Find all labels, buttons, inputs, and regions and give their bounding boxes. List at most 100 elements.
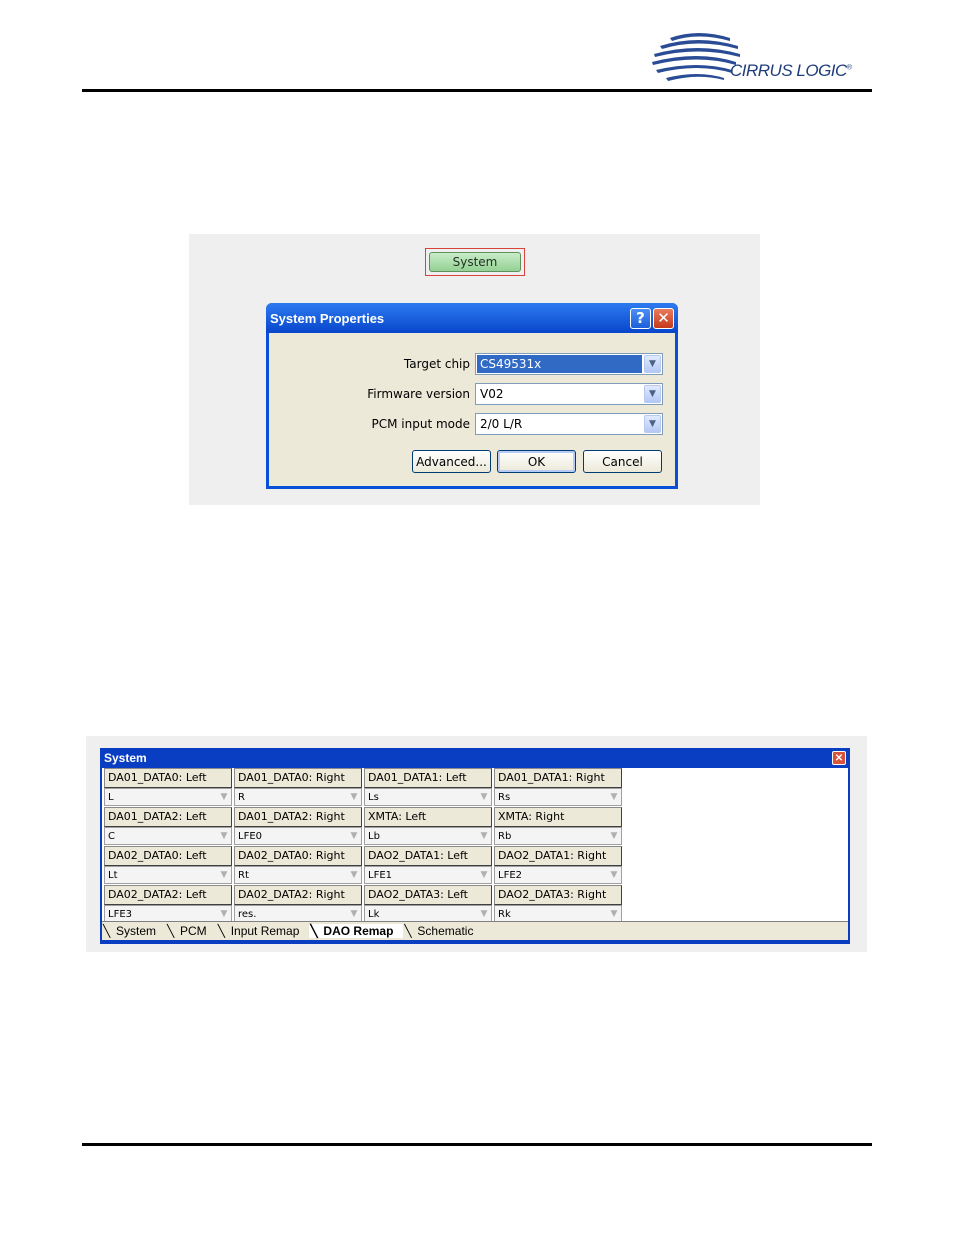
channel-select[interactable]: L ▼ bbox=[104, 788, 232, 806]
channel-value: R bbox=[238, 791, 245, 803]
channel-value: Lb bbox=[368, 830, 380, 842]
channel-select[interactable]: Ls ▼ bbox=[364, 788, 492, 806]
tab-pcm[interactable]: PCM bbox=[166, 924, 217, 938]
chevron-down-icon[interactable]: ▼ bbox=[217, 870, 231, 880]
channel-select[interactable]: Rs ▼ bbox=[494, 788, 622, 806]
channel-value: LFE0 bbox=[238, 830, 263, 842]
chevron-down-icon[interactable]: ▼ bbox=[477, 792, 491, 802]
channel-select[interactable]: Rb ▼ bbox=[494, 827, 622, 845]
footer-rule bbox=[82, 1143, 872, 1146]
chevron-down-icon[interactable]: ▼ bbox=[607, 792, 621, 802]
header-rule bbox=[82, 89, 872, 92]
target-chip-value: CS49531x bbox=[477, 355, 642, 373]
dialog-title: System Properties bbox=[270, 310, 385, 326]
firmware-version-label: Firmware version bbox=[367, 387, 470, 401]
chevron-down-icon[interactable]: ▼ bbox=[607, 870, 621, 880]
chevron-down-icon[interactable]: ▼ bbox=[347, 870, 361, 880]
chevron-down-icon[interactable]: ▼ bbox=[347, 792, 361, 802]
chevron-down-icon[interactable]: ▼ bbox=[644, 415, 661, 433]
tab-schematic[interactable]: Schematic bbox=[403, 924, 483, 938]
channel-header: DAO2_DATA3: Left bbox=[364, 885, 492, 905]
target-chip-row: Target chip CS49531x ▼ bbox=[269, 353, 675, 375]
dao-remap-grid: DA01_DATA0: Left L ▼ DA01_DATA0: Right R ▼ DA0… bbox=[102, 768, 848, 940]
system-properties-screenshot: System System Properties ? ✕ Target chip… bbox=[189, 234, 760, 505]
system-window-titlebar[interactable]: System ✕ bbox=[102, 748, 848, 768]
channel-value: res. bbox=[238, 908, 257, 920]
chevron-down-icon[interactable]: ▼ bbox=[607, 831, 621, 841]
channel-header: DAO2_DATA3: Right bbox=[494, 885, 622, 905]
dao-remap-screenshot: System ✕ DA01_DATA0: Left L ▼ DA01_DATA0: R… bbox=[86, 736, 867, 952]
channel-header: DA01_DATA1: Right bbox=[494, 768, 622, 788]
firmware-version-value: V02 bbox=[480, 387, 504, 401]
chevron-down-icon[interactable]: ▼ bbox=[217, 831, 231, 841]
chevron-down-icon[interactable]: ▼ bbox=[217, 792, 231, 802]
pcm-input-mode-label: PCM input mode bbox=[371, 417, 471, 431]
system-properties-dialog: System Properties ? ✕ Target chip CS4953… bbox=[266, 303, 678, 489]
channel-value: Rk bbox=[498, 908, 511, 920]
channel-header: DA02_DATA0: Left bbox=[104, 846, 232, 866]
channel-value: Lk bbox=[368, 908, 380, 920]
tab-system[interactable]: System bbox=[102, 924, 166, 938]
pcm-input-mode-row: PCM input mode 2/0 L/R ▼ bbox=[269, 413, 675, 435]
channel-value: LFE3 bbox=[108, 908, 133, 920]
channel-value: Rs bbox=[498, 791, 511, 803]
channel-value: Ls bbox=[368, 791, 379, 803]
channel-header: DA01_DATA0: Left bbox=[104, 768, 232, 788]
channel-header: DA01_DATA2: Right bbox=[234, 807, 362, 827]
target-chip-label: Target chip bbox=[403, 357, 470, 371]
channel-header: DA02_DATA2: Left bbox=[104, 885, 232, 905]
channel-select[interactable]: R ▼ bbox=[234, 788, 362, 806]
channel-header: DAO2_DATA1: Right bbox=[494, 846, 622, 866]
tab-input-remap[interactable]: Input Remap bbox=[217, 924, 310, 938]
channel-header: DA01_DATA0: Right bbox=[234, 768, 362, 788]
channel-header: DAO2_DATA1: Left bbox=[364, 846, 492, 866]
channel-header: DA01_DATA2: Left bbox=[104, 807, 232, 827]
channel-value: Rb bbox=[498, 830, 512, 842]
brand-wordmark: CIRRUS LOGIC® bbox=[730, 61, 852, 80]
chevron-down-icon[interactable]: ▼ bbox=[477, 909, 491, 919]
close-icon[interactable]: ✕ bbox=[653, 307, 674, 329]
channel-select[interactable]: Lb ▼ bbox=[364, 827, 492, 845]
ok-button[interactable]: OK bbox=[497, 450, 576, 473]
system-window-title: System bbox=[104, 751, 147, 765]
cancel-button[interactable]: Cancel bbox=[583, 450, 662, 473]
firmware-version-row: Firmware version V02 ▼ bbox=[269, 383, 675, 405]
channel-select[interactable]: Rt ▼ bbox=[234, 866, 362, 884]
advanced-button[interactable]: Advanced... bbox=[412, 450, 491, 473]
close-icon[interactable]: ✕ bbox=[832, 751, 846, 765]
system-button-highlight: System bbox=[425, 248, 525, 276]
help-icon[interactable]: ? bbox=[630, 307, 651, 329]
dialog-body: Target chip CS49531x ▼ Firmware version … bbox=[269, 333, 675, 486]
tab-dao-remap[interactable]: DAO Remap bbox=[309, 924, 404, 938]
chevron-down-icon[interactable]: ▼ bbox=[644, 385, 661, 403]
channel-value: Lt bbox=[108, 869, 118, 881]
channel-value: LFE1 bbox=[368, 869, 393, 881]
target-chip-select[interactable]: CS49531x ▼ bbox=[475, 353, 663, 375]
chevron-down-icon[interactable]: ▼ bbox=[217, 909, 231, 919]
channel-value: Rt bbox=[238, 869, 249, 881]
firmware-version-select[interactable]: V02 ▼ bbox=[475, 383, 663, 405]
channel-header: XMTA: Left bbox=[364, 807, 492, 827]
channel-header: DA02_DATA2: Right bbox=[234, 885, 362, 905]
system-button[interactable]: System bbox=[429, 252, 521, 272]
chevron-down-icon[interactable]: ▼ bbox=[477, 870, 491, 880]
chevron-down-icon[interactable]: ▼ bbox=[607, 909, 621, 919]
channel-value: L bbox=[108, 791, 114, 803]
chevron-down-icon[interactable]: ▼ bbox=[477, 831, 491, 841]
chevron-down-icon[interactable]: ▼ bbox=[347, 909, 361, 919]
channel-select[interactable]: Lt ▼ bbox=[104, 866, 232, 884]
tab-bar: SystemPCMInput RemapDAO RemapSchematic bbox=[102, 921, 848, 940]
pcm-input-mode-select[interactable]: 2/0 L/R ▼ bbox=[475, 413, 663, 435]
dialog-titlebar[interactable]: System Properties ? ✕ bbox=[266, 303, 678, 333]
channel-select[interactable]: LFE1 ▼ bbox=[364, 866, 492, 884]
pcm-input-mode-value: 2/0 L/R bbox=[480, 417, 523, 431]
channel-header: XMTA: Right bbox=[494, 807, 622, 827]
channel-select[interactable]: C ▼ bbox=[104, 827, 232, 845]
chevron-down-icon[interactable]: ▼ bbox=[347, 831, 361, 841]
channel-header: DA02_DATA0: Right bbox=[234, 846, 362, 866]
channel-select[interactable]: LFE0 ▼ bbox=[234, 827, 362, 845]
system-window: System ✕ DA01_DATA0: Left L ▼ DA01_DATA0: R… bbox=[100, 748, 850, 944]
channel-value: C bbox=[108, 830, 115, 842]
channel-select[interactable]: LFE2 ▼ bbox=[494, 866, 622, 884]
chevron-down-icon[interactable]: ▼ bbox=[644, 355, 661, 373]
